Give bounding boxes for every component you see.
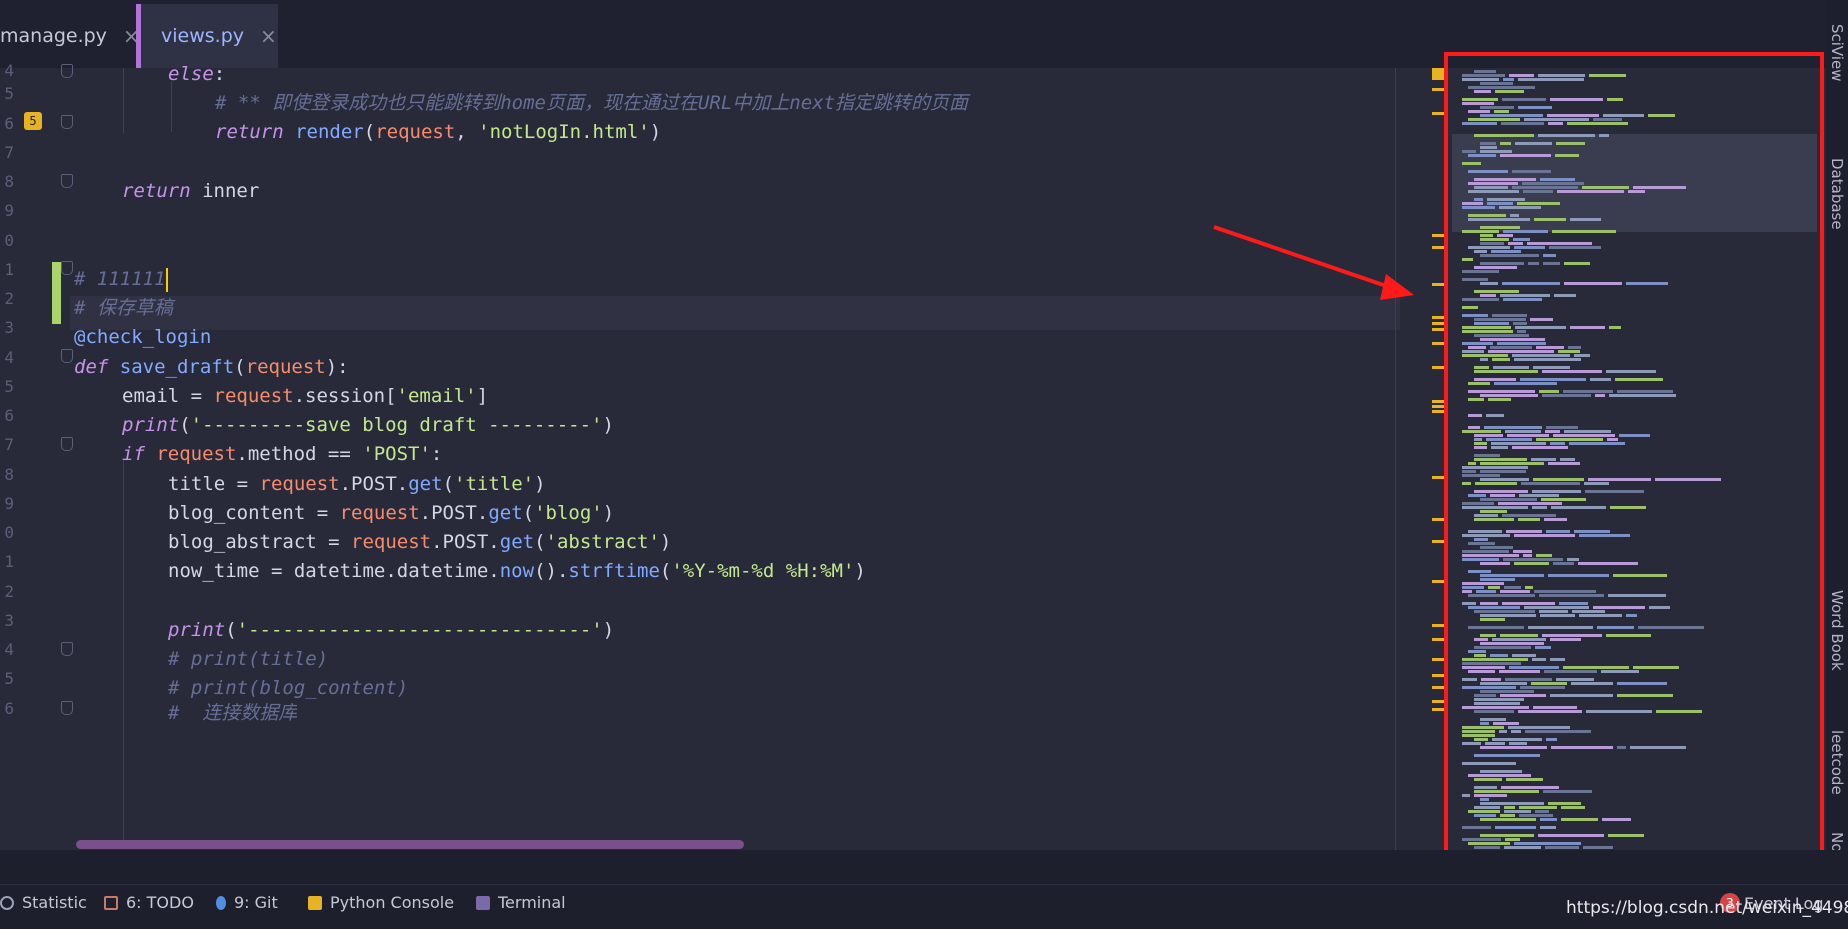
line-number: 6 — [4, 114, 14, 133]
fold-marker-icon[interactable] — [61, 437, 73, 451]
line-number: 6 — [4, 406, 14, 425]
line-number: 7 — [4, 435, 14, 454]
line-number: 4 — [4, 640, 14, 659]
html-file-icon[interactable]: 5 — [24, 112, 42, 130]
git-branch-icon — [216, 895, 226, 910]
tab-label: manage.py — [0, 25, 107, 47]
watermark-text: https://blog.csdn.net/weixin_44984664 — [1566, 898, 1848, 918]
right-tool-strip: SciView Database Word Book leetcode Note… — [1826, 0, 1848, 900]
fold-marker-icon[interactable] — [61, 349, 73, 363]
line-number: 1 — [4, 552, 14, 571]
fold-marker-icon[interactable] — [61, 174, 73, 188]
highlight-annotation-box — [1444, 52, 1824, 879]
fold-marker-icon[interactable] — [61, 115, 73, 129]
indent-guide — [123, 458, 124, 848]
line-number: 9 — [4, 494, 14, 513]
line-number: 4 — [4, 348, 14, 367]
terminal-tool-button[interactable]: Terminal — [476, 893, 566, 912]
code-line: return render(request, 'notLogIn.html') — [215, 121, 662, 143]
right-margin-guide — [1395, 68, 1396, 850]
code-line: @check_login — [74, 326, 212, 348]
code-line: if request.method == 'POST': — [122, 443, 443, 465]
gutter: 4 5 6 7 8 9 0 1 2 3 4 5 6 7 8 9 0 1 2 3 … — [0, 61, 73, 850]
horizontal-scrollbar[interactable] — [76, 840, 744, 849]
code-editor[interactable]: 4 5 6 7 8 9 0 1 2 3 4 5 6 7 8 9 0 1 2 3 … — [0, 61, 1400, 850]
vcs-change-marker[interactable] — [52, 262, 61, 324]
code-line: return inner — [122, 180, 260, 202]
line-number: 6 — [4, 699, 14, 718]
line-number: 9 — [4, 201, 14, 220]
todo-icon — [104, 895, 118, 910]
python-console-icon — [308, 895, 322, 910]
leetcode-panel-tab[interactable]: leetcode — [1828, 730, 1846, 795]
current-line-highlight — [70, 296, 1400, 330]
line-number: 5 — [4, 669, 14, 688]
line-number: 2 — [4, 582, 14, 601]
wordbook-panel-tab[interactable]: Word Book — [1828, 590, 1846, 671]
sciview-panel-tab[interactable]: SciView — [1828, 24, 1846, 82]
tab-label: views.py — [161, 25, 244, 47]
close-icon[interactable]: × — [260, 24, 277, 48]
fold-marker-icon[interactable] — [61, 701, 73, 715]
statistic-tool-button[interactable]: Statistic — [0, 893, 87, 912]
line-number: 8 — [4, 465, 14, 484]
python-console-tool-button[interactable]: Python Console — [308, 893, 454, 912]
database-panel-tab[interactable]: Database — [1828, 158, 1846, 230]
git-tool-button[interactable]: 9: Git — [216, 893, 278, 912]
divider — [0, 884, 1848, 885]
tab-manage-py[interactable]: manage.py × — [0, 4, 140, 68]
line-number: 5 — [4, 84, 14, 103]
line-number: 0 — [4, 231, 14, 250]
line-number: 2 — [4, 289, 14, 308]
line-number: 5 — [4, 377, 14, 396]
line-number: 0 — [4, 523, 14, 542]
code-line: now_time = datetime.datetime.now().strft… — [168, 560, 866, 582]
line-number: 4 — [4, 61, 14, 80]
warning-marker[interactable] — [1432, 68, 1444, 80]
line-number: 3 — [4, 611, 14, 630]
code-line: # print(blog_content) — [168, 677, 409, 699]
fold-marker-icon[interactable] — [61, 642, 73, 656]
code-line: # 连接数据库 — [168, 702, 298, 721]
line-number: 3 — [4, 318, 14, 337]
line-number: 8 — [4, 172, 14, 191]
fold-marker-icon[interactable] — [61, 64, 73, 78]
terminal-icon — [476, 895, 490, 910]
text-cursor — [165, 267, 168, 292]
fold-marker-icon[interactable] — [61, 261, 73, 275]
indent-guide — [123, 68, 124, 133]
line-number: 7 — [4, 143, 14, 162]
line-number: 1 — [4, 260, 14, 279]
statistic-icon — [0, 895, 14, 910]
todo-tool-button[interactable]: 6: TODO — [104, 893, 194, 912]
